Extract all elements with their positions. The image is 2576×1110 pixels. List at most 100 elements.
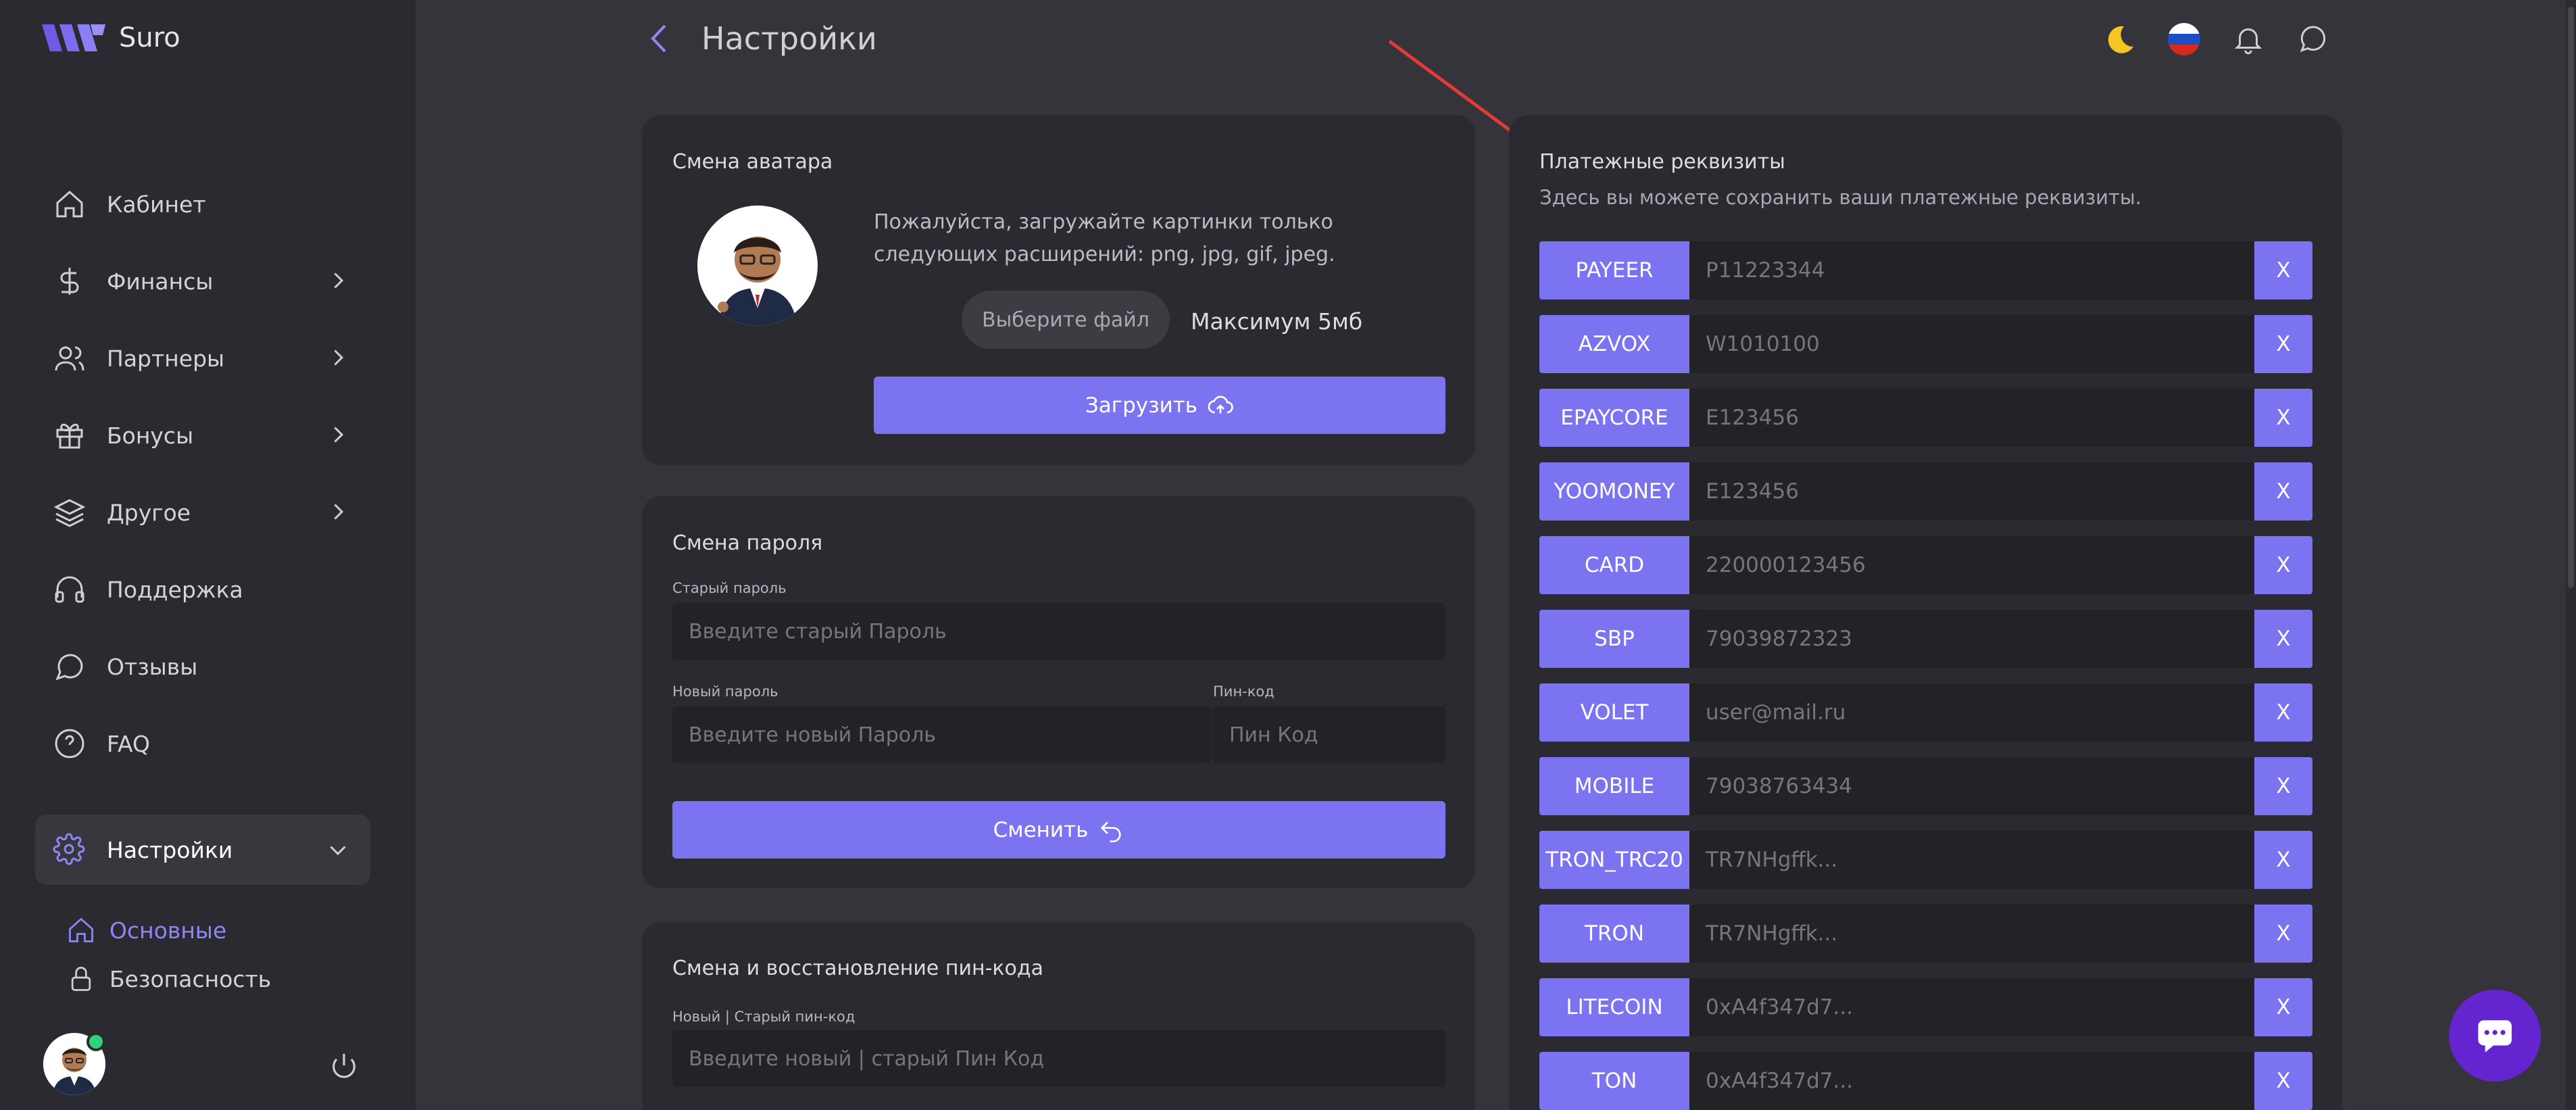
online-status-indicator <box>86 1032 105 1051</box>
avatar-image <box>718 237 797 326</box>
payment-row: LITECOIN 0xA4f347d7... X <box>1539 978 2312 1036</box>
payment-row: SBP 79039872323 X <box>1539 610 2312 668</box>
payment-row: CARD 220000123456 X <box>1539 536 2312 594</box>
bell-icon[interactable] <box>2231 22 2265 56</box>
subnav-item-label: Безопасность <box>109 965 272 992</box>
payment-value-input[interactable]: 0xA4f347d7... <box>1689 1052 2254 1110</box>
subnav-item-main[interactable]: Основные <box>66 906 271 955</box>
payment-value-input[interactable]: 79038763434 <box>1689 757 2254 815</box>
power-icon[interactable] <box>328 1050 360 1081</box>
payment-value-input[interactable]: TR7NHgffk... <box>1689 831 2254 889</box>
support-chat-button[interactable] <box>2449 990 2541 1082</box>
choose-file-button[interactable]: Выберите файл <box>962 291 1170 349</box>
payment-method-label: LITECOIN <box>1539 978 1689 1036</box>
avatar-hint: Пожалуйста, загружайте картинки только с… <box>874 210 1335 266</box>
back-arrow-icon[interactable] <box>647 22 670 55</box>
payment-details-subtitle: Здесь вы можете сохранить ваши платежные… <box>1539 186 2142 209</box>
language-flag-icon[interactable] <box>2167 22 2201 56</box>
sidebar-item-label: Кабинет <box>107 191 206 218</box>
sidebar-item-reviews[interactable]: Отзывы <box>35 628 370 705</box>
delete-button[interactable]: X <box>2254 315 2312 373</box>
chat-icon <box>53 650 86 683</box>
payment-details-title: Платежные реквизиты <box>1539 150 1785 174</box>
change-password-button-label: Сменить <box>993 817 1089 842</box>
delete-button[interactable]: X <box>2254 241 2312 299</box>
delete-button[interactable]: X <box>2254 610 2312 668</box>
sidebar-item-partners[interactable]: Партнеры <box>35 320 370 397</box>
delete-button[interactable]: X <box>2254 1052 2312 1110</box>
upload-button[interactable]: Загрузить <box>874 377 1445 434</box>
payment-value-input[interactable]: 220000123456 <box>1689 536 2254 594</box>
pin-code-input[interactable]: Пин Код <box>1213 706 1445 763</box>
page-scrollbar-thumb[interactable] <box>2568 7 2574 588</box>
payment-row: TRON TR7NHgffk... X <box>1539 904 2312 963</box>
chevron-right-icon <box>334 427 344 443</box>
help-icon <box>53 727 86 761</box>
sidebar-item-bonuses[interactable]: Бонусы <box>35 397 370 474</box>
subnav-item-label: Основные <box>109 917 227 944</box>
sidebar-item-label: Отзывы <box>107 653 198 680</box>
payment-value-input[interactable]: TR7NHgffk... <box>1689 904 2254 963</box>
sidebar-nav: Кабинет Финансы Партнеры Бонусы Другое П… <box>35 166 370 782</box>
payment-value-input[interactable]: 79039872323 <box>1689 610 2254 668</box>
home-icon <box>69 917 93 942</box>
chevron-right-icon <box>334 504 344 520</box>
payment-method-label: PAYEER <box>1539 241 1689 299</box>
delete-button[interactable]: X <box>2254 462 2312 521</box>
old-password-label: Старый пароль <box>672 580 787 596</box>
payment-value-input[interactable]: 0xA4f347d7... <box>1689 978 2254 1036</box>
sidebar-item-settings[interactable]: Настройки <box>35 815 370 885</box>
payment-row: EPAYCORE E123456 X <box>1539 389 2312 447</box>
sidebar-item-label: Финансы <box>107 268 214 295</box>
payment-method-label: SBP <box>1539 610 1689 668</box>
payment-value-input[interactable]: P11223344 <box>1689 241 2254 299</box>
logo[interactable]: Suro <box>42 22 180 54</box>
delete-button[interactable]: X <box>2254 978 2312 1036</box>
payment-row: YOOMONEY E123456 X <box>1539 462 2312 521</box>
sidebar-item-label: Бонусы <box>107 422 194 449</box>
payment-method-label: TRON <box>1539 904 1689 963</box>
payment-method-label: TON <box>1539 1052 1689 1110</box>
change-password-button[interactable]: Сменить <box>672 801 1445 859</box>
new-password-input[interactable]: Введите новый Пароль <box>672 706 1212 763</box>
payment-method-label: MOBILE <box>1539 757 1689 815</box>
chevron-right-icon <box>334 272 344 289</box>
subnav-item-security[interactable]: Безопасность <box>66 955 271 1003</box>
sidebar-item-support[interactable]: Поддержка <box>35 551 370 628</box>
payment-value-input[interactable]: E123456 <box>1689 462 2254 521</box>
payment-value-input[interactable]: W1010100 <box>1689 315 2254 373</box>
sidebar-item-finance[interactable]: Финансы <box>35 243 370 320</box>
upload-button-label: Загрузить <box>1085 393 1198 418</box>
delete-button[interactable]: X <box>2254 389 2312 447</box>
delete-button[interactable]: X <box>2254 536 2312 594</box>
delete-button[interactable]: X <box>2254 757 2312 815</box>
layers-icon <box>53 496 86 529</box>
cloud-upload-icon <box>1208 395 1233 414</box>
payment-value-input[interactable]: E123456 <box>1689 389 2254 447</box>
pin-input[interactable]: Введите новый | старый Пин Код <box>672 1030 1445 1087</box>
delete-button[interactable]: X <box>2254 831 2312 889</box>
theme-toggle-icon[interactable] <box>2104 22 2137 56</box>
delete-button[interactable]: X <box>2254 683 2312 742</box>
payment-method-label: YOOMONEY <box>1539 462 1689 521</box>
payment-row: MOBILE 79038763434 X <box>1539 757 2312 815</box>
page-title: Настройки <box>701 20 877 57</box>
payment-method-label: AZVOX <box>1539 315 1689 373</box>
sidebar-item-faq[interactable]: FAQ <box>35 705 370 782</box>
payment-row: PAYEER P11223344 X <box>1539 241 2312 299</box>
password-card-title: Смена пароля <box>672 531 823 555</box>
max-size-label: Максимум 5мб <box>1191 308 1363 335</box>
messages-icon[interactable] <box>2296 22 2330 56</box>
app-name: Suro <box>119 22 180 53</box>
sidebar-item-label: Партнеры <box>107 345 225 372</box>
undo-icon <box>1101 821 1122 842</box>
new-password-label: Новый пароль <box>672 683 778 700</box>
sidebar-item-cabinet[interactable]: Кабинет <box>35 166 370 243</box>
payment-value-input[interactable]: user@mail.ru <box>1689 683 2254 742</box>
delete-button[interactable]: X <box>2254 904 2312 963</box>
sidebar-item-other[interactable]: Другое <box>35 474 370 551</box>
avatar-card-title: Смена аватара <box>672 150 833 174</box>
settings-subnav: Основные Безопасность <box>66 906 271 1003</box>
old-password-input[interactable]: Введите старый Пароль <box>672 603 1445 660</box>
chevron-down-icon <box>330 846 346 856</box>
